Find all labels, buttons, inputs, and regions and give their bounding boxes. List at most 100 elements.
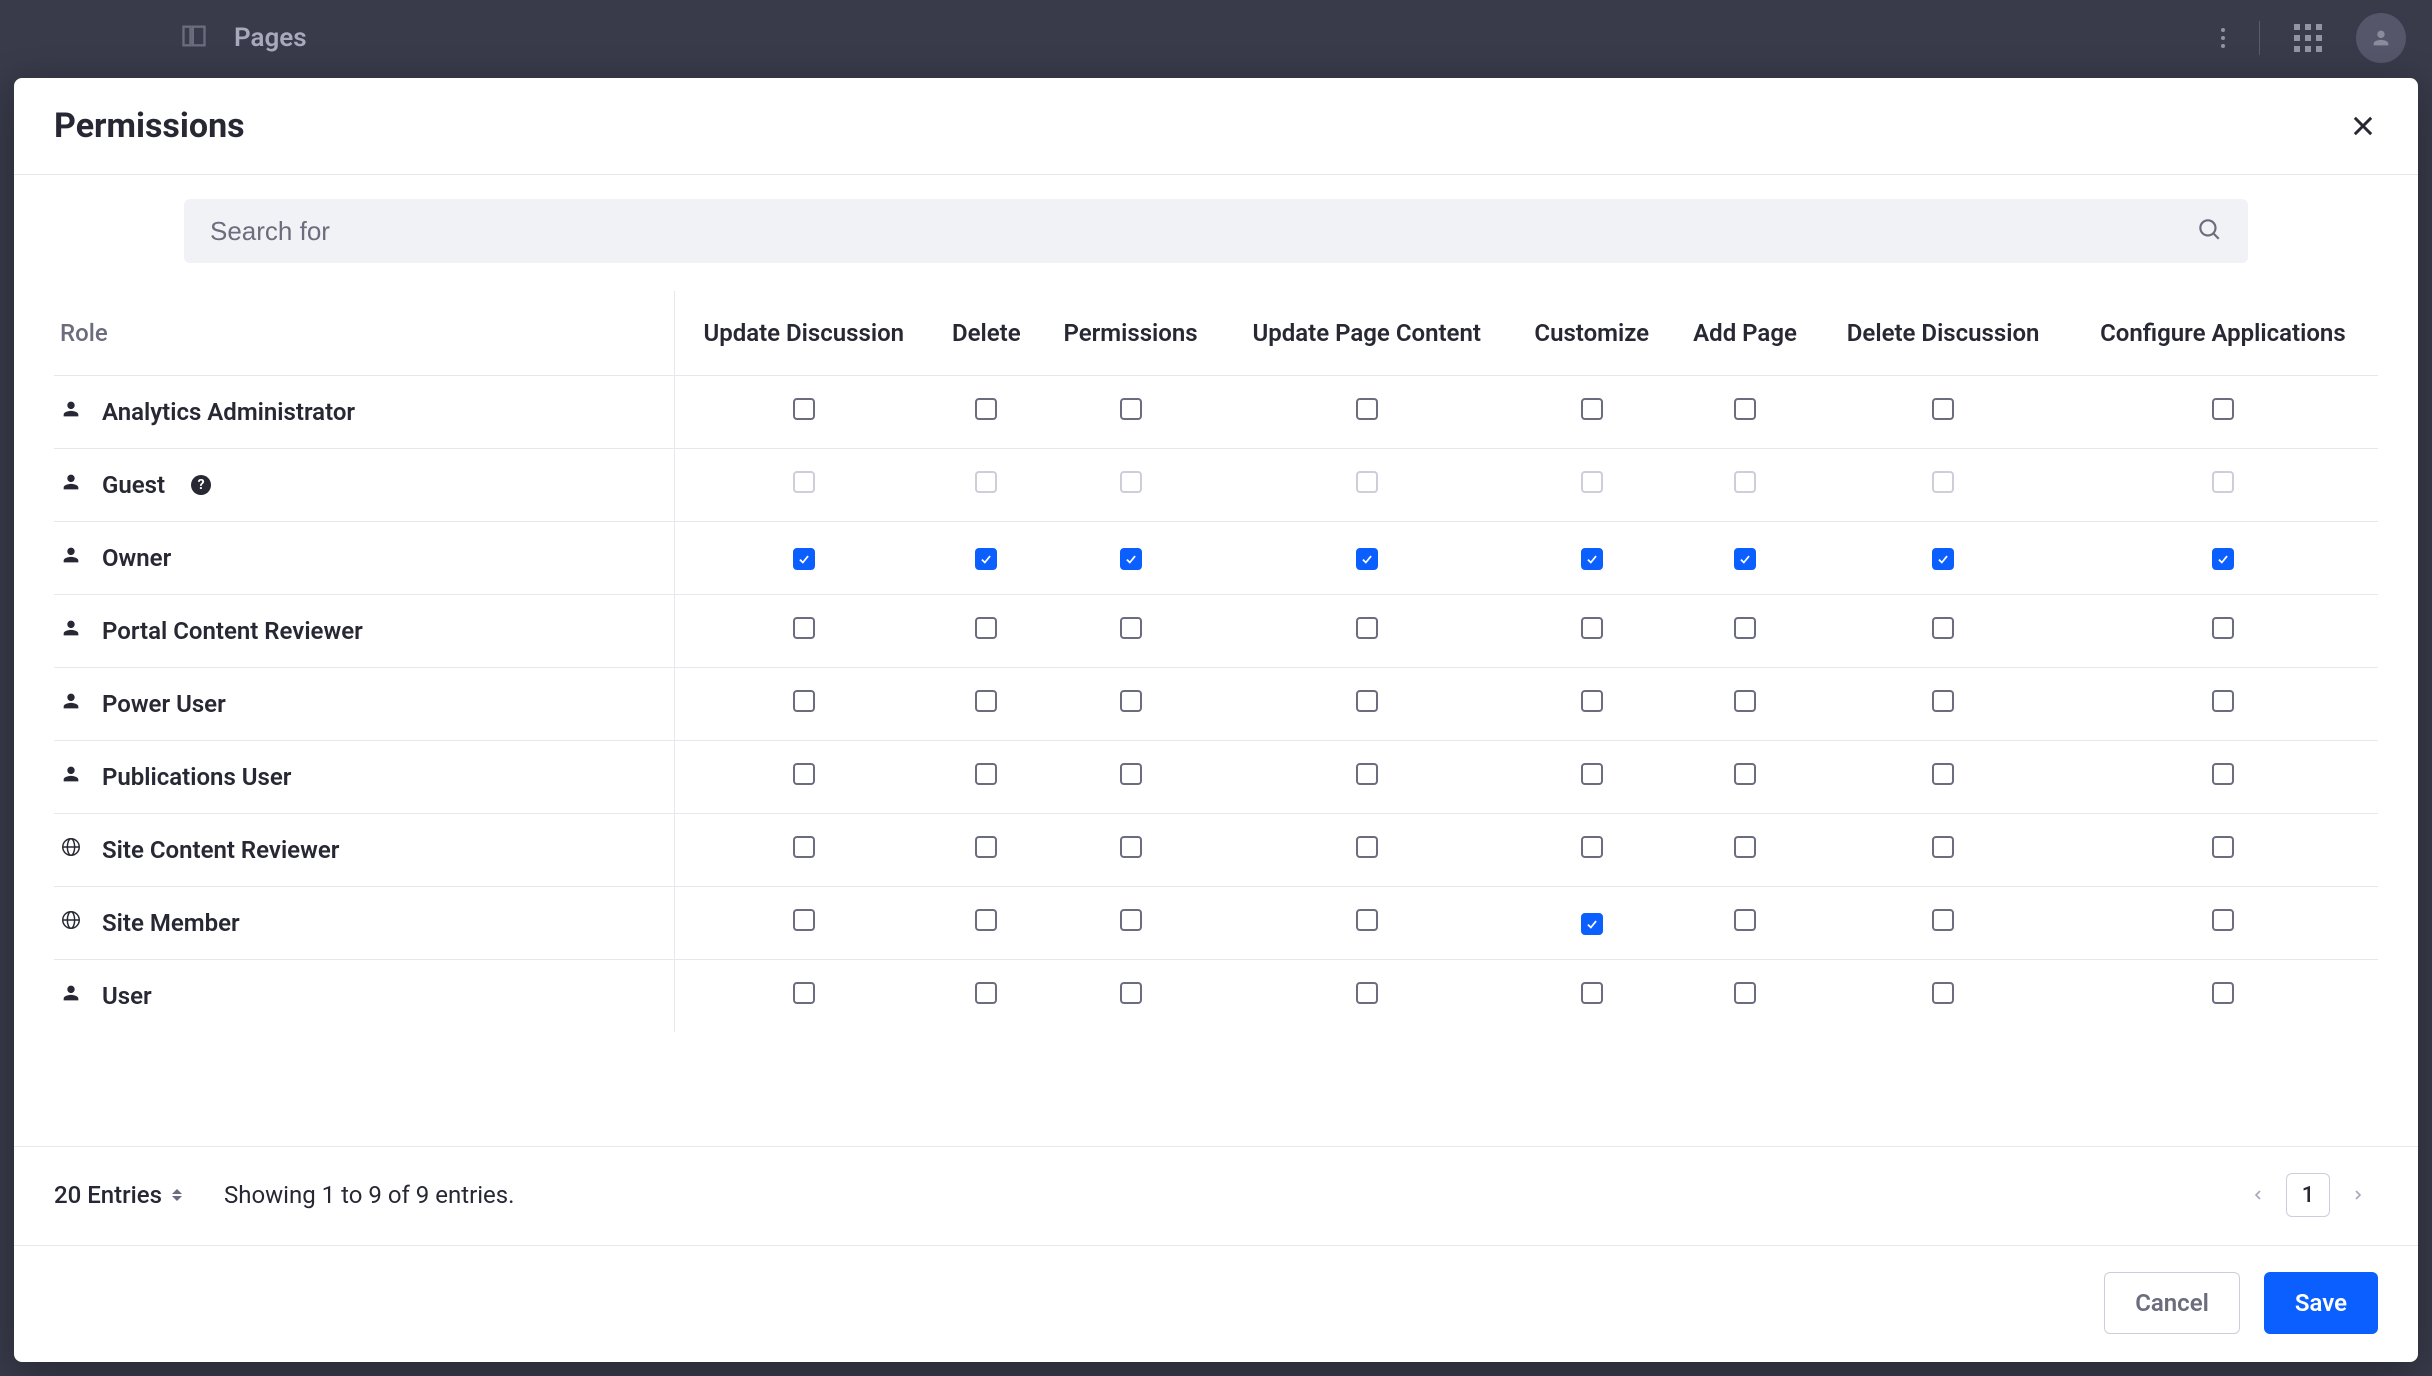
permission-checkbox[interactable] xyxy=(1581,690,1603,712)
permission-checkbox[interactable] xyxy=(1356,548,1378,570)
permission-checkbox[interactable] xyxy=(1734,909,1756,931)
permission-checkbox[interactable] xyxy=(793,836,815,858)
permission-checkbox[interactable] xyxy=(1120,982,1142,1004)
permission-header: Configure Applications xyxy=(2068,291,2378,376)
permission-checkbox[interactable] xyxy=(1356,909,1378,931)
entries-dropdown[interactable]: 20 Entries xyxy=(54,1181,182,1209)
permission-checkbox[interactable] xyxy=(2212,690,2234,712)
search-input[interactable] xyxy=(210,216,2196,247)
role-cell: Site Member xyxy=(54,887,674,960)
permission-checkbox[interactable] xyxy=(1932,982,1954,1004)
permission-checkbox[interactable] xyxy=(975,763,997,785)
permission-checkbox[interactable] xyxy=(1120,617,1142,639)
permission-checkbox[interactable] xyxy=(2212,836,2234,858)
checkbox-cell xyxy=(2068,595,2378,668)
permission-checkbox[interactable] xyxy=(1932,909,1954,931)
permission-checkbox[interactable] xyxy=(793,982,815,1004)
modal-header: Permissions xyxy=(14,78,2418,175)
permission-checkbox[interactable] xyxy=(1356,763,1378,785)
permission-checkbox[interactable] xyxy=(1120,548,1142,570)
permission-checkbox[interactable] xyxy=(1581,913,1603,935)
apps-grid-icon[interactable] xyxy=(2294,24,2322,52)
permission-checkbox[interactable] xyxy=(975,909,997,931)
permission-checkbox[interactable] xyxy=(975,617,997,639)
permission-checkbox[interactable] xyxy=(1734,617,1756,639)
permission-checkbox[interactable] xyxy=(1932,690,1954,712)
cancel-button[interactable]: Cancel xyxy=(2104,1272,2240,1334)
checkbox-cell xyxy=(1222,376,1512,449)
role-header: Role xyxy=(54,291,674,376)
permission-checkbox[interactable] xyxy=(1932,548,1954,570)
permission-checkbox[interactable] xyxy=(975,982,997,1004)
permission-checkbox[interactable] xyxy=(1932,398,1954,420)
permission-checkbox[interactable] xyxy=(1581,836,1603,858)
checkbox-cell xyxy=(933,376,1040,449)
permission-checkbox[interactable] xyxy=(1932,617,1954,639)
permission-checkbox[interactable] xyxy=(1734,982,1756,1004)
role-cell: Portal Content Reviewer xyxy=(54,595,674,668)
permission-checkbox[interactable] xyxy=(975,398,997,420)
permission-header: Permissions xyxy=(1040,291,1222,376)
permission-checkbox[interactable] xyxy=(2212,398,2234,420)
permission-checkbox[interactable] xyxy=(1581,548,1603,570)
permission-checkbox[interactable] xyxy=(1356,398,1378,420)
permission-checkbox[interactable] xyxy=(793,909,815,931)
permission-checkbox[interactable] xyxy=(1356,982,1378,1004)
prev-page-button[interactable] xyxy=(2238,1175,2278,1215)
permission-checkbox xyxy=(1120,471,1142,493)
avatar[interactable] xyxy=(2356,13,2406,63)
permission-checkbox[interactable] xyxy=(793,690,815,712)
permission-checkbox[interactable] xyxy=(1932,836,1954,858)
save-button[interactable]: Save xyxy=(2264,1272,2378,1334)
permission-checkbox[interactable] xyxy=(2212,982,2234,1004)
permission-checkbox[interactable] xyxy=(1734,763,1756,785)
permission-checkbox[interactable] xyxy=(975,690,997,712)
permission-checkbox[interactable] xyxy=(1356,690,1378,712)
permission-checkbox[interactable] xyxy=(975,548,997,570)
permission-checkbox[interactable] xyxy=(1581,398,1603,420)
permission-checkbox[interactable] xyxy=(1120,398,1142,420)
close-button[interactable] xyxy=(2348,111,2378,141)
permission-checkbox[interactable] xyxy=(793,548,815,570)
permission-checkbox[interactable] xyxy=(793,398,815,420)
search-icon[interactable] xyxy=(2196,216,2222,246)
checkbox-cell xyxy=(1222,668,1512,741)
permission-checkbox[interactable] xyxy=(2212,763,2234,785)
permission-checkbox[interactable] xyxy=(793,763,815,785)
permission-checkbox[interactable] xyxy=(1120,690,1142,712)
permission-checkbox[interactable] xyxy=(1356,836,1378,858)
permission-checkbox[interactable] xyxy=(1734,690,1756,712)
permission-checkbox[interactable] xyxy=(1734,398,1756,420)
table-row: Site Content Reviewer xyxy=(54,814,2378,887)
permission-checkbox[interactable] xyxy=(793,617,815,639)
permission-checkbox[interactable] xyxy=(2212,909,2234,931)
user-icon xyxy=(60,398,82,426)
checkbox-cell xyxy=(2068,668,2378,741)
permission-checkbox[interactable] xyxy=(1734,836,1756,858)
next-page-button[interactable] xyxy=(2338,1175,2378,1215)
permission-checkbox[interactable] xyxy=(1120,836,1142,858)
permission-checkbox[interactable] xyxy=(1734,548,1756,570)
permission-checkbox[interactable] xyxy=(1120,763,1142,785)
globe-icon xyxy=(60,836,82,864)
permission-checkbox[interactable] xyxy=(1581,982,1603,1004)
checkbox-cell xyxy=(1040,376,1222,449)
permission-checkbox[interactable] xyxy=(1581,617,1603,639)
topbar-title: Pages xyxy=(234,23,307,53)
checkbox-cell xyxy=(1512,595,1672,668)
permission-checkbox[interactable] xyxy=(1932,763,1954,785)
info-badge-icon[interactable]: ? xyxy=(191,475,211,495)
checkbox-cell xyxy=(1222,595,1512,668)
page-number[interactable]: 1 xyxy=(2286,1173,2330,1217)
permission-checkbox[interactable] xyxy=(975,836,997,858)
permission-header: Customize xyxy=(1512,291,1672,376)
checkbox-cell xyxy=(2068,449,2378,522)
permission-checkbox[interactable] xyxy=(1356,617,1378,639)
permission-checkbox[interactable] xyxy=(1120,909,1142,931)
permission-checkbox[interactable] xyxy=(2212,548,2234,570)
permission-checkbox[interactable] xyxy=(1581,763,1603,785)
checkbox-cell xyxy=(2068,814,2378,887)
kebab-menu-icon[interactable] xyxy=(2221,28,2225,48)
permission-checkbox[interactable] xyxy=(2212,617,2234,639)
permission-checkbox xyxy=(2212,471,2234,493)
